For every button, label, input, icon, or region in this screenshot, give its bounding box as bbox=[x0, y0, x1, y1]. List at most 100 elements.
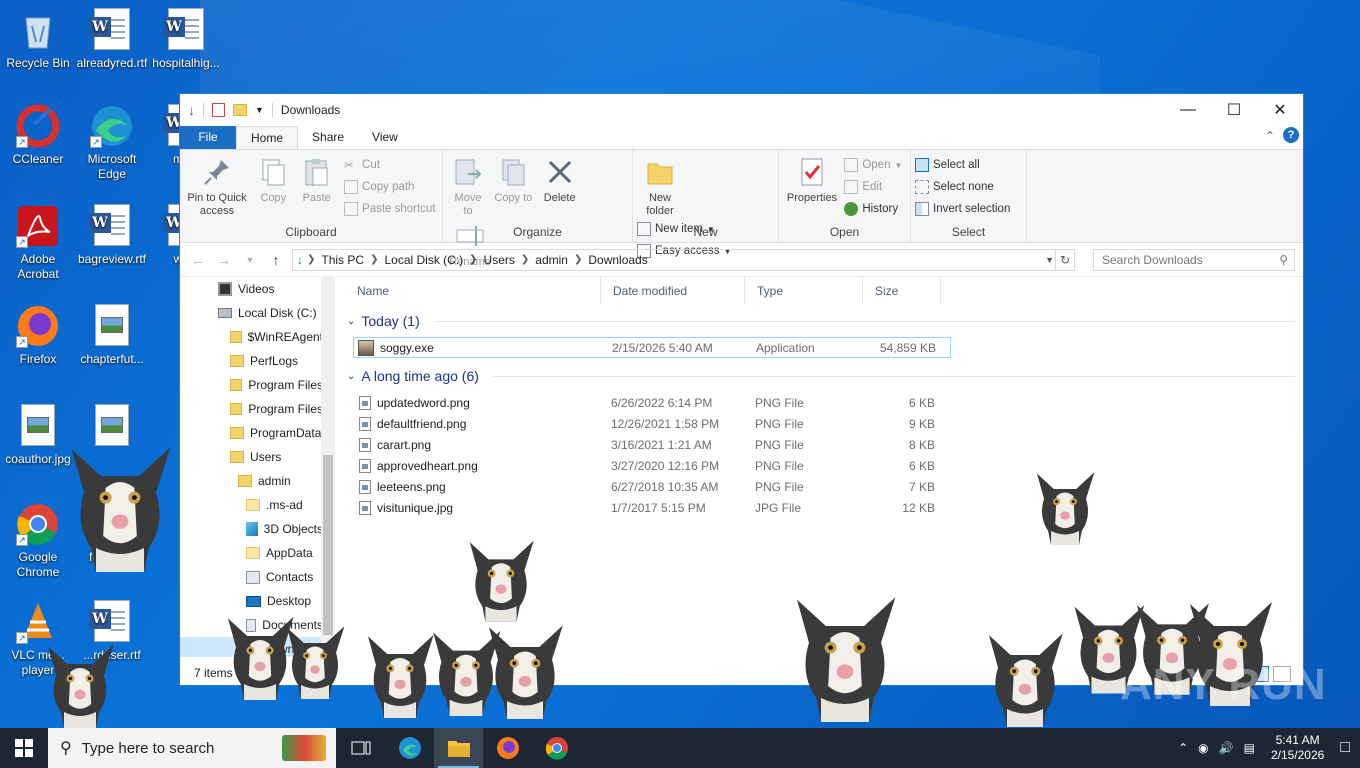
edit-button[interactable]: Edit bbox=[844, 176, 902, 198]
tab-file[interactable]: File bbox=[180, 126, 236, 149]
search-box[interactable]: Search Downloads ⚲ bbox=[1093, 248, 1295, 271]
group-header[interactable]: ⌄ A long time ago (6) bbox=[345, 364, 1295, 388]
history-button[interactable]: History bbox=[844, 198, 902, 220]
close-button[interactable]: ✕ bbox=[1257, 95, 1303, 125]
nav-item-programdata[interactable]: ProgramData bbox=[180, 421, 323, 445]
up-arrow-icon[interactable]: ↑ bbox=[266, 252, 286, 268]
meet-now-icon[interactable]: ◉ bbox=[1198, 741, 1208, 755]
notification-icon[interactable]: □ bbox=[1340, 739, 1350, 757]
nav-item-desktop[interactable]: Desktop bbox=[180, 589, 323, 613]
tray-chevron-icon[interactable]: ⌃ bbox=[1178, 741, 1188, 755]
select-none-button[interactable]: Select none bbox=[915, 176, 1022, 198]
copy-path-button[interactable]: Copy path bbox=[344, 176, 436, 198]
tab-share[interactable]: Share bbox=[298, 126, 358, 149]
quick-access-icon[interactable]: ↓ bbox=[188, 102, 195, 118]
breadcrumb-separator-icon[interactable]: ❯ bbox=[469, 254, 477, 265]
invert-selection-button[interactable]: Invert selection bbox=[915, 198, 1022, 220]
taskbar-firefox[interactable] bbox=[483, 728, 532, 768]
nav-item-winreagent[interactable]: $WinREAgent bbox=[180, 325, 323, 349]
properties-button[interactable]: Properties bbox=[785, 154, 839, 205]
paste-button[interactable]: Paste bbox=[299, 154, 335, 205]
maximize-button[interactable]: ☐ bbox=[1211, 95, 1257, 125]
file-row[interactable]: approvedheart.png 3/27/2020 12:16 PM PNG F… bbox=[345, 455, 943, 476]
title-bar[interactable]: ↓ ▼ Downloads — ☐ ✕ bbox=[180, 94, 1303, 125]
nav-item-users[interactable]: Users bbox=[180, 445, 323, 469]
nav-item-appdata[interactable]: AppData bbox=[180, 541, 323, 565]
breadcrumb-this-pc[interactable]: This PC bbox=[315, 253, 370, 267]
ribbon-collapse-icon[interactable]: ⌃ bbox=[1265, 129, 1275, 143]
desktop-icon-recycle-bin[interactable]: Recycle Bin bbox=[0, 8, 76, 71]
move-to-button[interactable]: Move to bbox=[449, 154, 487, 218]
network-icon[interactable]: ▤ bbox=[1244, 741, 1255, 755]
nav-item-videos[interactable]: Videos bbox=[180, 277, 323, 301]
select-all-button[interactable]: Select all bbox=[915, 154, 1022, 176]
nav-item-perflogs[interactable]: PerfLogs bbox=[180, 349, 323, 373]
col-name[interactable]: Name bbox=[345, 277, 601, 304]
desktop-icon-firefox[interactable]: ↗ Firefox bbox=[0, 304, 76, 367]
nav-item-contacts[interactable]: Contacts bbox=[180, 565, 323, 589]
taskbar-file-explorer[interactable] bbox=[434, 728, 483, 768]
cut-button[interactable]: ✂ Cut bbox=[344, 154, 436, 176]
taskbar-chrome[interactable] bbox=[532, 728, 581, 768]
start-button[interactable] bbox=[0, 728, 48, 768]
breadcrumb-separator-icon[interactable]: ❯ bbox=[521, 254, 529, 265]
tab-view[interactable]: View bbox=[358, 126, 412, 149]
pin-quick-access-button[interactable]: Pin to Quick access bbox=[186, 154, 248, 218]
nav-scrollbar[interactable] bbox=[321, 277, 335, 657]
file-row[interactable]: updatedword.png 6/26/2022 6:14 PM PNG File… bbox=[345, 392, 943, 413]
breadcrumb-downloads[interactable]: Downloads bbox=[582, 253, 653, 267]
desktop-icon-hospitalhig[interactable]: Whospitalhig... bbox=[148, 8, 224, 71]
task-view-button[interactable] bbox=[336, 728, 385, 768]
nav-item-local-disk-c[interactable]: Local Disk (C:) bbox=[180, 301, 323, 325]
file-row[interactable]: soggy.exe 2/15/2026 5:40 AM Application 54,… bbox=[353, 337, 951, 358]
new-folder-qa-icon[interactable] bbox=[233, 103, 247, 116]
file-row[interactable]: leeteens.png 6/27/2018 10:35 AM PNG File 7 … bbox=[345, 476, 943, 497]
desktop-icon-alreadyred-rtf[interactable]: Walreadyred.rtf bbox=[74, 8, 150, 71]
col-size[interactable]: Size bbox=[863, 277, 941, 304]
copy-button[interactable]: Copy bbox=[255, 154, 291, 205]
open-button[interactable]: Open ▼ bbox=[844, 154, 902, 176]
file-row[interactable]: visitunique.jpg 1/7/2017 5:15 PM JPG File 1… bbox=[345, 497, 943, 518]
customize-qa-icon[interactable]: ▼ bbox=[255, 105, 264, 115]
nav-item-program-files[interactable]: Program Files bbox=[180, 397, 323, 421]
file-row[interactable]: carart.png 3/16/2021 1:21 AM PNG File 8 KB bbox=[345, 434, 943, 455]
back-arrow-icon[interactable]: ← bbox=[188, 252, 208, 268]
address-bar[interactable]: ↓ ❯ This PC ❯ Local Disk (C:) ❯ Users ❯ admin ❯… bbox=[292, 248, 1075, 271]
file-row[interactable]: defaultfriend.png 12/26/2021 1:58 PM PNG F… bbox=[345, 413, 943, 434]
breadcrumb-local-disk-c[interactable]: Local Disk (C:) bbox=[378, 253, 469, 267]
nav-scrollbar-thumb[interactable] bbox=[323, 455, 333, 635]
breadcrumb-separator-icon[interactable]: ❯ bbox=[370, 254, 378, 265]
breadcrumb-users[interactable]: Users bbox=[478, 253, 521, 267]
tab-home[interactable]: Home bbox=[236, 126, 299, 149]
group-header[interactable]: ⌄ Today (1) bbox=[345, 309, 1295, 333]
desktop-icon-chapterfut[interactable]: chapterfut... bbox=[74, 304, 150, 367]
clock[interactable]: 5:41 AM 2/15/2026 bbox=[1265, 733, 1330, 763]
nav-item-ms-ad[interactable]: .ms-ad bbox=[180, 493, 323, 517]
help-icon[interactable]: ? bbox=[1283, 127, 1299, 143]
delete-button[interactable]: Delete bbox=[540, 154, 580, 205]
taskbar-edge[interactable] bbox=[385, 728, 434, 768]
properties-qa-icon[interactable] bbox=[212, 102, 225, 117]
desktop-icon-bagreview-rtf[interactable]: Wbagreview.rtf bbox=[74, 204, 150, 267]
col-date[interactable]: Date modified bbox=[601, 277, 745, 304]
desktop-icon-microsoft-edge[interactable]: ↗ Microsoft Edge bbox=[74, 104, 150, 182]
col-type[interactable]: Type bbox=[745, 277, 863, 304]
new-folder-button[interactable]: New folder bbox=[639, 154, 681, 218]
nav-item-admin[interactable]: admin bbox=[180, 469, 323, 493]
breadcrumb-separator-icon[interactable]: ❯ bbox=[574, 254, 582, 265]
copy-to-button[interactable]: Copy to bbox=[494, 154, 532, 205]
desktop-icon-ccleaner[interactable]: ↗ CCleaner bbox=[0, 104, 76, 167]
address-dropdown-icon[interactable]: ▼ bbox=[1045, 255, 1054, 265]
refresh-icon[interactable]: ↻ bbox=[1055, 248, 1075, 271]
paste-shortcut-button[interactable]: Paste shortcut bbox=[344, 198, 436, 220]
forward-arrow-icon[interactable]: → bbox=[214, 252, 234, 268]
nav-item-program-files[interactable]: Program Files bbox=[180, 373, 323, 397]
volume-icon[interactable]: 🔊 bbox=[1219, 741, 1234, 755]
recent-locations-icon[interactable]: ▼ bbox=[240, 255, 260, 265]
nav-item-3d-objects[interactable]: 3D Objects bbox=[180, 517, 323, 541]
breadcrumb-admin[interactable]: admin bbox=[529, 253, 574, 267]
desktop-icon-adobe-acrobat[interactable]: ↗ Adobe Acrobat bbox=[0, 204, 76, 282]
minimize-button[interactable]: — bbox=[1165, 95, 1211, 125]
taskbar-search[interactable]: ⚲ Type here to search bbox=[48, 728, 336, 768]
navigation-pane[interactable]: Videos Local Disk (C:) $WinREAgent PerfLogs… bbox=[180, 277, 323, 657]
